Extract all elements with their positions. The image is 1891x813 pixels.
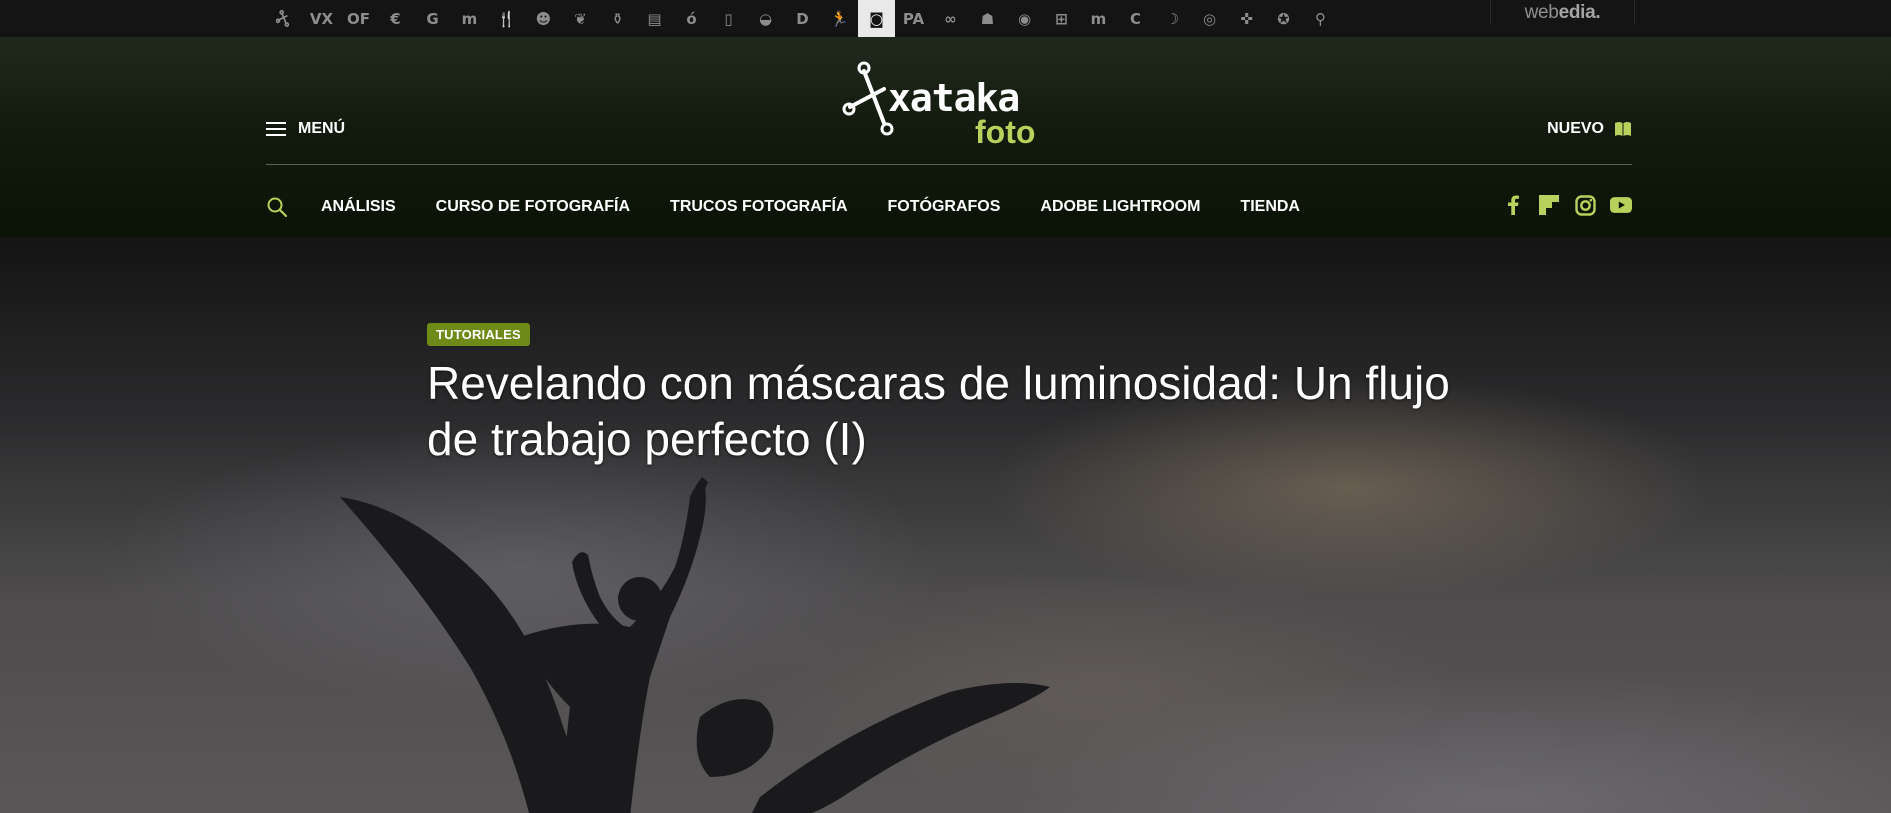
flipboard-icon[interactable] xyxy=(1538,194,1560,216)
c-icon[interactable]: C xyxy=(1117,0,1154,37)
webedia-logo[interactable]: webedia. xyxy=(1525,2,1601,24)
menu-button[interactable]: MENÚ xyxy=(266,120,345,138)
leaf-icon[interactable]: ❦ xyxy=(562,0,599,37)
nav-item-fotografos[interactable]: FOTÓGRAFOS xyxy=(888,198,1001,216)
m-icon[interactable]: m xyxy=(451,0,488,37)
apple-icon[interactable]: ó xyxy=(673,0,710,37)
android-icon[interactable]: ☗ xyxy=(969,0,1006,37)
nuevo-label: NUEVO xyxy=(1547,120,1604,137)
network-bar: VX OF € Gm 🍴 ☻ ❦ ⚱ ▤ ó ▯ ◒ D 🏃 ◙ PA ∞ ☗ ◉ ⊞ m C ☽ ◎ ✜ ✪ ⚲ webedia. xyxy=(0,0,1891,37)
d-icon[interactable]: D xyxy=(784,0,821,37)
phone-icon[interactable]: ▯ xyxy=(710,0,747,37)
nav-item-adobe-lightroom[interactable]: ADOBE LIGHTROOM xyxy=(1040,198,1200,216)
xataka-foto-logo[interactable]: xataka foto xyxy=(840,59,1060,149)
windows-icon[interactable]: ⊞ xyxy=(1043,0,1080,37)
g-icon[interactable]: G xyxy=(414,0,451,37)
main-nav: ANÁLISIS CURSO DE FOTOGRAFÍA TRUCOS FOTO… xyxy=(266,192,1632,222)
article-title: Revelando con máscaras de luminosidad: U… xyxy=(427,357,1450,465)
network-sites: VX OF € Gm 🍴 ☻ ❦ ⚱ ▤ ó ▯ ◒ D 🏃 ◙ PA ∞ ☗ ◉ ⊞ m C ☽ ◎ ✜ ✪ ⚲ xyxy=(266,0,1339,37)
article-hero: TUTORIALES Revelando con máscaras de lum… xyxy=(0,237,1891,813)
menu-label: MENÚ xyxy=(298,120,346,137)
briefcase-icon[interactable]: ▤ xyxy=(636,0,673,37)
book-icon xyxy=(1615,122,1631,136)
gamepad-icon[interactable]: ✜ xyxy=(1228,0,1265,37)
instagram-icon[interactable] xyxy=(1574,194,1596,216)
pin-icon[interactable]: ⚲ xyxy=(1302,0,1339,37)
nav-item-tienda[interactable]: TIENDA xyxy=(1240,198,1300,216)
camera-icon[interactable]: ◙ xyxy=(858,0,895,37)
glasses-icon[interactable]: ∞ xyxy=(932,0,969,37)
logo-sub: foto xyxy=(975,114,1035,149)
site-header: MENÚ xataka foto NUEVO ANÁLISIS CURSO DE… xyxy=(0,37,1891,237)
nav-item-trucos-fotografia[interactable]: TRUCOS FOTOGRAFÍA xyxy=(670,198,847,216)
pa-icon[interactable]: PA xyxy=(895,0,932,37)
search-icon[interactable] xyxy=(266,196,288,218)
facebook-icon[interactable] xyxy=(1502,194,1524,216)
moon-icon[interactable]: ☽ xyxy=(1154,0,1191,37)
baby-icon[interactable]: ☻ xyxy=(525,0,562,37)
runner-icon[interactable]: 🏃 xyxy=(821,0,858,37)
badge-icon[interactable]: ✪ xyxy=(1265,0,1302,37)
hero-statue-image xyxy=(340,477,1050,813)
category-tag[interactable]: TUTORIALES xyxy=(427,323,530,346)
header-divider xyxy=(266,164,1632,165)
euro-icon[interactable]: € xyxy=(377,0,414,37)
target-icon[interactable]: ◎ xyxy=(1191,0,1228,37)
magnet-icon[interactable]: m xyxy=(1080,0,1117,37)
hamburger-icon xyxy=(266,122,286,136)
youtube-icon[interactable] xyxy=(1610,194,1632,216)
fork-knife-icon[interactable]: 🍴 xyxy=(488,0,525,37)
helmet-icon[interactable]: ◒ xyxy=(747,0,784,37)
of-icon[interactable]: OF xyxy=(340,0,377,37)
nav-item-analisis[interactable]: ANÁLISIS xyxy=(321,198,396,216)
xataka-icon[interactable] xyxy=(266,0,303,37)
vx-icon[interactable]: VX xyxy=(303,0,340,37)
social-links xyxy=(1502,194,1632,216)
webedia-brand-wrap: webedia. xyxy=(1490,0,1635,25)
nav-item-curso-fotografia[interactable]: CURSO DE FOTOGRAFÍA xyxy=(436,198,630,216)
rss-disc-icon[interactable]: ◉ xyxy=(1006,0,1043,37)
bottle-icon[interactable]: ⚱ xyxy=(599,0,636,37)
nuevo-button[interactable]: NUEVO xyxy=(1547,120,1632,138)
